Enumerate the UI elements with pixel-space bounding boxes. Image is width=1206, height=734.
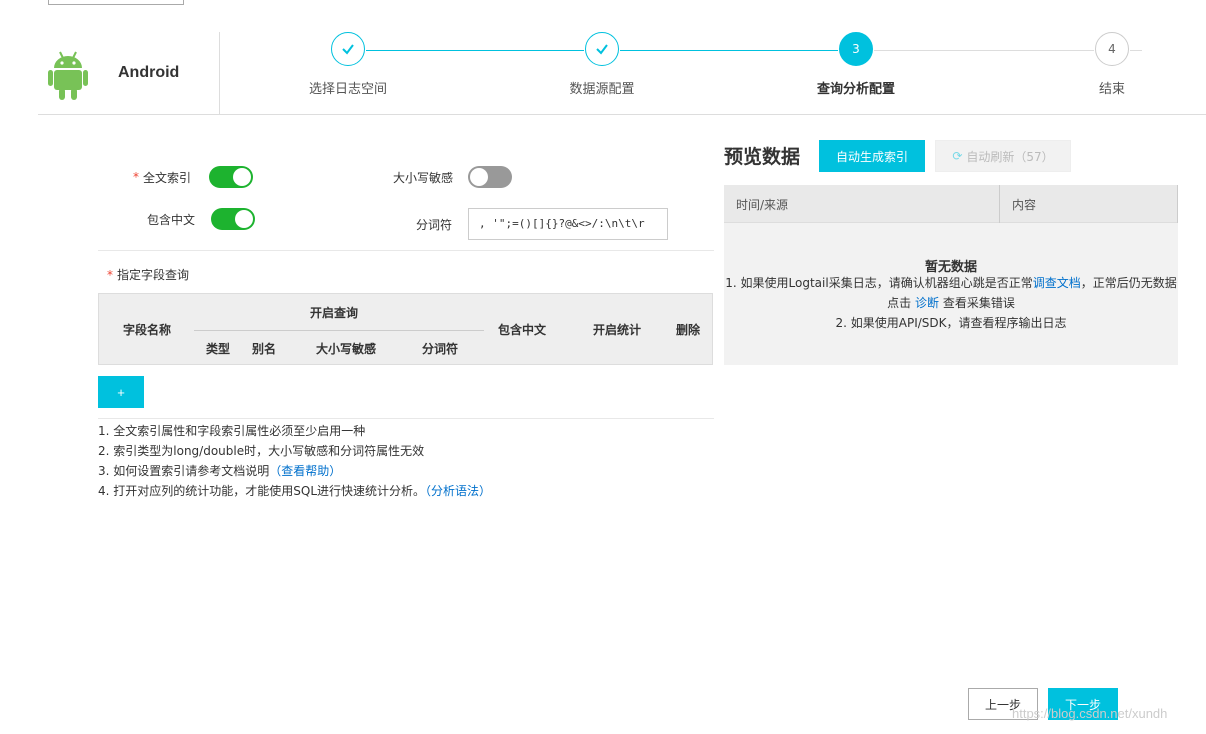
col-type: 类型 <box>206 342 231 356</box>
diagnose-link[interactable]: 诊断 <box>915 296 939 310</box>
auto-refresh-label: 自动刷新（57） <box>966 149 1054 164</box>
col-enable-stats: 开启统计 <box>593 323 642 337</box>
note-2: 2. 索引类型为long/double时，大小写敏感和分词符属性无效 <box>98 444 425 458</box>
syntax-link[interactable]: （分析语法） <box>425 484 491 498</box>
case-sensitive-toggle[interactable] <box>468 166 512 188</box>
include-chinese-toggle[interactable] <box>211 208 255 230</box>
field-index-table-header: 字段名称 开启查询 类型 别名 大小写敏感 分词符 包含中文 开启统计 删除 <box>98 293 713 365</box>
step-3: 3 查询分析配置 <box>786 32 926 97</box>
empty-line-2-a: 点击 <box>887 296 915 310</box>
fulltext-row: * 全文索引 <box>133 166 253 188</box>
col-field-name: 字段名称 <box>123 323 172 337</box>
empty-line-1-b: ，正常后仍无数据 <box>1080 276 1177 290</box>
help-link[interactable]: （查看帮助） <box>269 464 341 478</box>
check-icon <box>331 32 365 66</box>
fulltext-label: 全文索引 <box>143 170 192 185</box>
field-query-row: * 指定字段查询 <box>107 266 189 283</box>
empty-line-3: 2. 如果使用API/SDK，请查看程序输出日志 <box>835 316 1067 330</box>
step-4-number: 4 <box>1095 32 1129 66</box>
col-case-sensitive: 大小写敏感 <box>316 342 377 356</box>
field-query-label: 指定字段查询 <box>117 268 190 282</box>
empty-line-2: 点击 诊断 查看采集错误 <box>724 294 1178 311</box>
col-content: 内容 <box>1012 198 1037 212</box>
note-4-text: 4. 打开对应列的统计功能，才能使用SQL进行快速统计分析。 <box>98 484 426 498</box>
watermark: https://blog.csdn.net/xundh <box>1012 706 1168 721</box>
column-divider <box>1177 185 1178 223</box>
col-include-chinese: 包含中文 <box>498 323 547 337</box>
empty-title: 暂无数据 <box>924 260 977 275</box>
preview-title: 预览数据 <box>724 147 801 168</box>
case-sensitive-label: 大小写敏感 <box>392 170 453 185</box>
separator-input[interactable]: , '";=()[]{}?@&<>/:\n\t\r <box>468 208 668 240</box>
case-sensitive-row: 大小写敏感 <box>391 166 512 188</box>
note-3: 3. 如何设置索引请参考文档说明（查看帮助） <box>98 461 491 481</box>
empty-line-2-b: 查看采集错误 <box>939 296 1015 310</box>
step-2: 数据源配置 <box>532 32 672 97</box>
step-3-number: 3 <box>839 32 873 66</box>
col-time-source: 时间/来源 <box>736 198 789 212</box>
note-4: 4. 打开对应列的统计功能，才能使用SQL进行快速统计分析。（分析语法） <box>98 481 491 501</box>
step-1: 选择日志空间 <box>278 32 418 97</box>
header-divider <box>194 330 484 331</box>
empty-line-1: 1. 如果使用Logtail采集日志，请确认机器组心跳是否正常调查文档，正常后仍… <box>724 274 1178 291</box>
fulltext-toggle[interactable] <box>209 166 253 188</box>
index-notes: 1. 全文索引属性和字段索引属性必须至少启用一种 2. 索引类型为long/do… <box>98 421 491 501</box>
separator-label: 分词符 <box>416 218 453 232</box>
step-3-label: 查询分析配置 <box>816 82 895 97</box>
col-alias: 别名 <box>252 342 277 356</box>
col-enable-query: 开启查询 <box>310 306 359 320</box>
auto-refresh-button[interactable]: ⟳ 自动刷新（57） <box>935 140 1071 172</box>
add-field-button[interactable]: + <box>98 376 144 408</box>
top-input-stub <box>48 0 184 5</box>
step-1-label: 选择日志空间 <box>308 82 387 97</box>
divider <box>98 250 714 251</box>
preview-table-header: 时间/来源 内容 <box>724 185 1178 223</box>
doc-link[interactable]: 调查文档 <box>1033 276 1081 290</box>
divider <box>98 418 714 419</box>
step-2-label: 数据源配置 <box>569 82 635 97</box>
column-divider <box>999 185 1000 223</box>
col-delete: 删除 <box>676 323 701 337</box>
android-icon <box>48 51 88 100</box>
preview-table: 时间/来源 内容 暂无数据 1. 如果使用Logtail采集日志，请确认机器组心… <box>724 185 1178 365</box>
auto-index-button[interactable]: 自动生成索引 <box>819 140 925 172</box>
refresh-icon: ⟳ <box>952 149 963 163</box>
col-separator: 分词符 <box>422 342 459 356</box>
required-mark: * <box>107 267 113 282</box>
platform-box: Android <box>38 32 220 114</box>
include-chinese-label: 包含中文 <box>147 212 196 227</box>
step-4-label: 结束 <box>1098 82 1125 97</box>
platform-name: Android <box>118 64 180 81</box>
note-1: 1. 全文索引属性和字段索引属性必须至少启用一种 <box>98 424 366 438</box>
empty-line-1-a: 1. 如果使用Logtail采集日志，请确认机器组心跳是否正常 <box>725 276 1033 290</box>
check-icon <box>585 32 619 66</box>
required-mark: * <box>133 170 139 184</box>
include-chinese-row: 包含中文 <box>147 208 255 230</box>
note-3-text: 3. 如何设置索引请参考文档说明 <box>98 464 270 478</box>
step-4: 4 结束 <box>1042 32 1182 97</box>
wizard-header: Android 选择日志空间 数据源配置 3 查询分析配置 4 结束 <box>38 32 1206 115</box>
